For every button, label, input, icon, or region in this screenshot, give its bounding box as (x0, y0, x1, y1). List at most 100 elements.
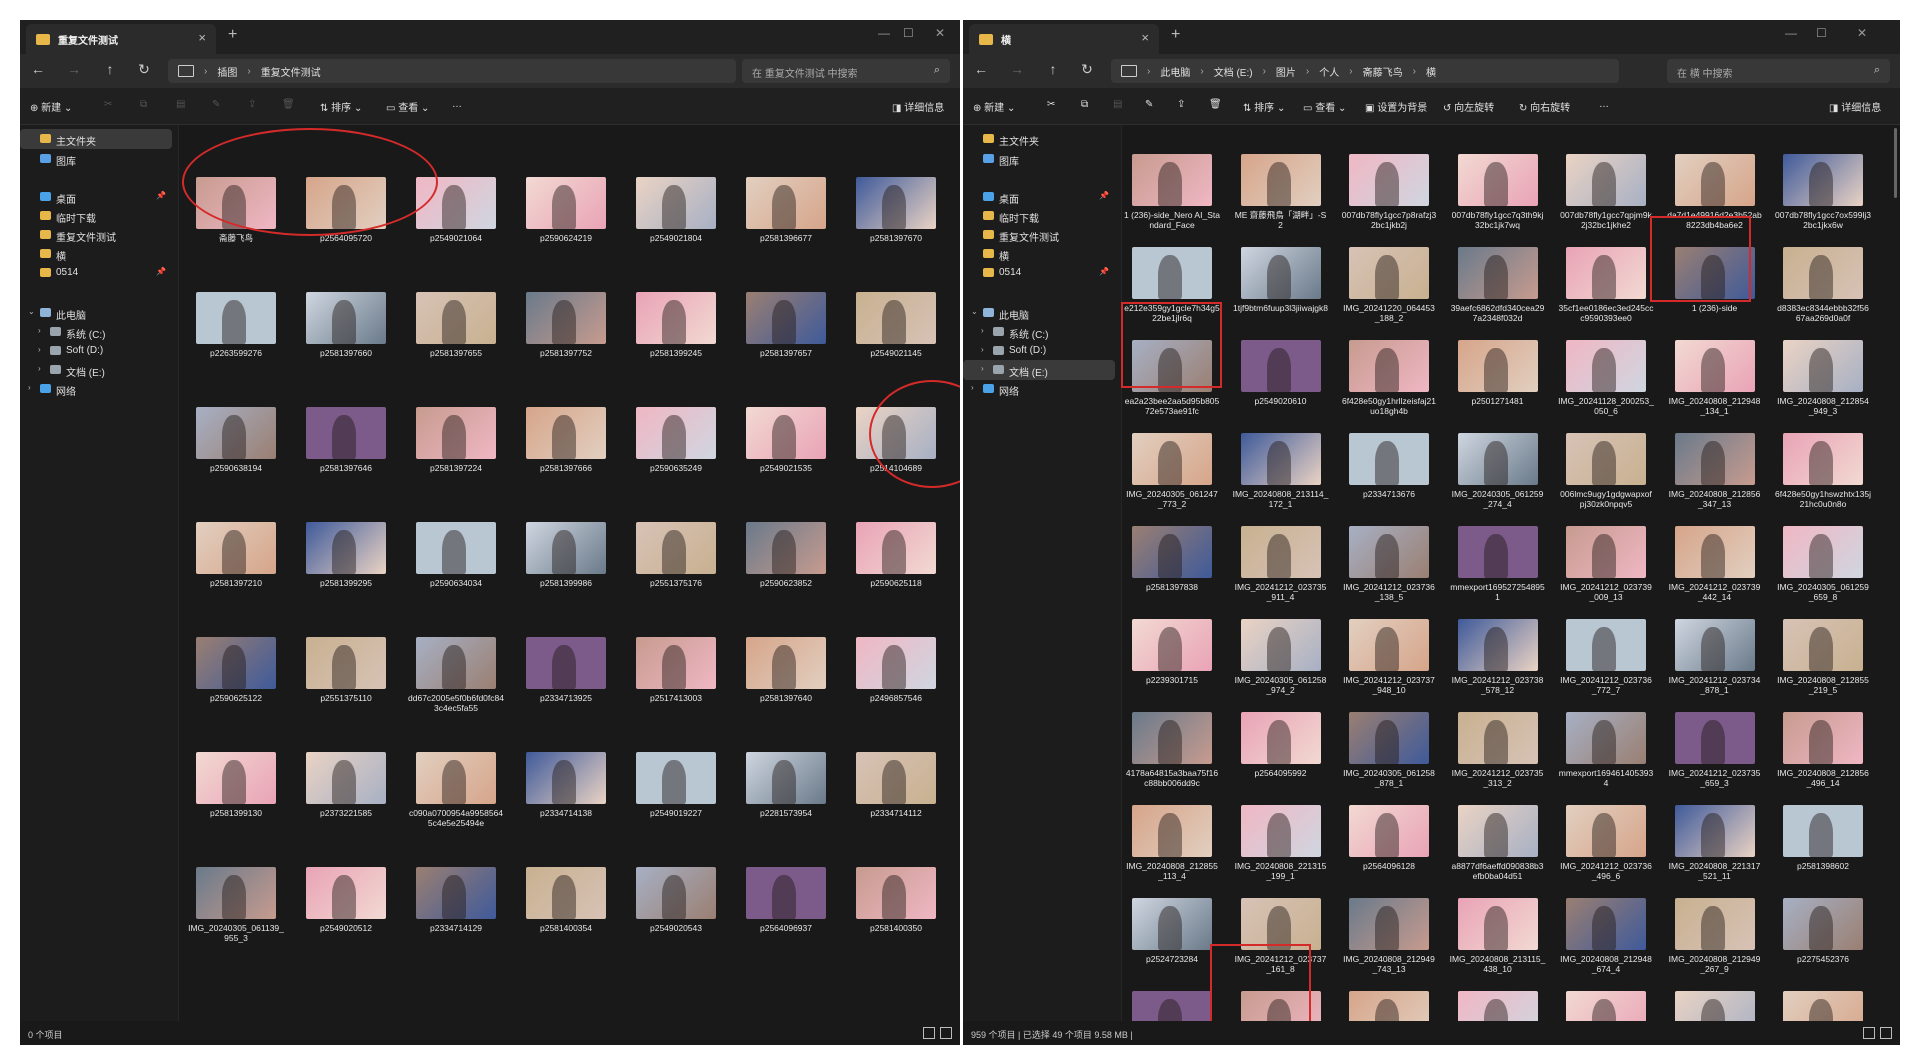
sidebar-item[interactable]: 0514 📌 (963, 263, 1115, 283)
new-tab-icon[interactable]: + (228, 26, 237, 44)
new-button[interactable]: ⊕ 新建 ⌄ (973, 99, 1015, 114)
file-item[interactable]: IMG_20241212_023735_313_2 (1450, 706, 1546, 793)
file-item[interactable]: p2590625122 (188, 631, 284, 740)
sidebar-item[interactable]: 桌面 📌 (20, 187, 172, 207)
tab-current-folder[interactable]: 横 × (969, 24, 1159, 54)
file-item[interactable]: p2514104689 (848, 401, 944, 510)
up-icon[interactable]: ↑ (100, 61, 120, 77)
file-item[interactable]: p2496857546 (848, 631, 944, 740)
sidebar-item[interactable]: › 文档 (E:) (20, 360, 172, 380)
tab-current-folder[interactable]: 重复文件测试 × (26, 24, 216, 54)
file-item[interactable]: IMG_20241212_023736_496_6 (1558, 799, 1654, 886)
file-item[interactable]: p2549019227 (628, 746, 724, 855)
rename-icon[interactable]: ✎ (1145, 99, 1153, 110)
file-item[interactable]: p2549021804 (628, 171, 724, 280)
vertical-scrollbar[interactable] (1894, 128, 1897, 198)
refresh-icon[interactable]: ↻ (1077, 61, 1097, 78)
file-item[interactable]: p2564096937 (738, 861, 834, 970)
file-item[interactable]: IMG_20241212_023735_911_4 (1233, 520, 1329, 607)
file-item[interactable]: p2549021064 (408, 171, 504, 280)
copy-icon[interactable]: ⧉ (140, 99, 147, 110)
file-item[interactable]: e212e359gy1gcle7h34g522be1jlr6q (1124, 241, 1220, 328)
breadcrumb-item[interactable]: 插图 (217, 64, 237, 79)
file-item[interactable]: p2590624219 (518, 171, 614, 280)
file-item[interactable]: mmexport1694614053934 (1558, 706, 1654, 793)
sidebar-item[interactable]: 0514 📌 (20, 263, 172, 283)
file-item[interactable]: IMG_20241212_023737_161_8 (1233, 892, 1329, 979)
file-item[interactable]: IMG_20240808_213115_438_10 (1450, 892, 1546, 979)
back-icon[interactable]: ← (28, 61, 48, 77)
file-item[interactable]: ea2a23bee2aa5d95b80572e573ae91fc (1124, 334, 1220, 421)
file-item[interactable]: p2275452376 (1775, 892, 1871, 979)
chevron-right-icon[interactable]: › (28, 383, 31, 392)
maximize-icon[interactable]: ☐ (1816, 26, 1827, 40)
file-item[interactable]: p2581399130 (188, 746, 284, 855)
set-background-button[interactable]: ▣ 设置为背景 (1365, 99, 1427, 114)
more-options-button[interactable]: … (1599, 99, 1609, 110)
file-item[interactable]: p2581399986 (518, 516, 614, 625)
thumbnail-view-icon[interactable] (1880, 1027, 1892, 1039)
file-item[interactable]: 007db78fly1gcc7q3th9kj32bc1jk7wq (1450, 148, 1546, 235)
file-item[interactable]: p2581397666 (518, 401, 614, 510)
sidebar-item[interactable]: 桌面 📌 (963, 187, 1115, 207)
sidebar-item[interactable]: 主文件夹 (20, 129, 172, 149)
file-item[interactable]: IMG_20240808_212949_267_9 (1667, 892, 1763, 979)
file-item[interactable]: p2590623852 (738, 516, 834, 625)
breadcrumb-item[interactable]: 重复文件测试 (261, 64, 321, 79)
sidebar-item[interactable]: ⌄ 此电脑 (963, 303, 1115, 323)
file-item[interactable]: IMG_20240808_221317_521_11 (1667, 799, 1763, 886)
file-item[interactable]: IMG_20241212_023739_009_13 (1558, 520, 1654, 607)
sidebar-item[interactable]: › 系统 (C:) (963, 322, 1115, 342)
file-item[interactable]: p2551375176 (628, 516, 724, 625)
file-item[interactable]: 4178a64815a3baa75f16c88bb006dd9c (1124, 706, 1220, 793)
file-item[interactable]: p2581397670 (848, 171, 944, 280)
chevron-right-icon[interactable]: › (971, 383, 974, 392)
file-item[interactable]: IMG_20240808_212856_347_13 (1667, 427, 1763, 514)
file-item[interactable]: IMG_20241212_023736_772_7 (1558, 613, 1654, 700)
sidebar-item[interactable]: 重复文件测试 (20, 225, 172, 245)
sidebar-item[interactable]: › Soft (D:) (963, 341, 1115, 361)
new-tab-icon[interactable]: + (1171, 26, 1180, 44)
file-item[interactable]: IMG_20240808_212856_496_14 (1775, 706, 1871, 793)
file-item[interactable]: IMG_20240305_061247_773_2 (1124, 427, 1220, 514)
chevron-right-icon[interactable]: › (981, 326, 984, 335)
forward-icon[interactable]: → (1007, 61, 1027, 77)
file-item[interactable]: c090a0700954a99585645c4e5e25494e (408, 746, 504, 855)
sidebar-item[interactable]: 图库 (963, 149, 1115, 169)
breadcrumb-item[interactable]: 此电脑 (1160, 64, 1190, 79)
chevron-right-icon[interactable]: › (38, 364, 41, 373)
close-tab-icon[interactable]: × (1141, 30, 1149, 45)
file-item[interactable]: p2590625118 (848, 516, 944, 625)
sort-button[interactable]: ⇅ 排序 ⌄ (320, 99, 362, 114)
file-item[interactable]: p2581400350 (848, 861, 944, 970)
file-item[interactable]: p2334713676 (1341, 427, 1437, 514)
file-item[interactable]: IMG_20241220_064453_188_2 (1341, 241, 1437, 328)
sidebar-item[interactable]: › 文档 (E:) (963, 360, 1115, 380)
sort-button[interactable]: ⇅ 排序 ⌄ (1243, 99, 1285, 114)
file-item[interactable]: ME 齋藤飛鳥「湖畔」-S2 (1233, 148, 1329, 235)
sidebar-item[interactable]: 图库 (20, 149, 172, 169)
sidebar-item[interactable]: 主文件夹 (963, 129, 1115, 149)
file-item[interactable]: 1 (236)-side_Nero AI_Standard_Face (1124, 148, 1220, 235)
file-item[interactable]: IMG_20241212_023735_659_3 (1667, 706, 1763, 793)
details-view-icon[interactable] (1863, 1027, 1875, 1039)
file-item[interactable]: p2549020512 (298, 861, 394, 970)
close-window-icon[interactable]: ✕ (1857, 26, 1867, 40)
file-item[interactable]: IMG_20241212_023738_578_12 (1450, 613, 1546, 700)
sidebar-item[interactable]: 横 (963, 244, 1115, 264)
file-item[interactable]: p2590634034 (408, 516, 504, 625)
file-item[interactable]: IMG_20240808_213114_172_1 (1233, 427, 1329, 514)
file-item[interactable]: p2334714129 (408, 861, 504, 970)
file-item[interactable]: p2564095992 (1233, 706, 1329, 793)
file-item[interactable]: p2564095720 (298, 171, 394, 280)
details-view-icon[interactable] (923, 1027, 935, 1039)
file-item[interactable]: 6f428e50gy1hswzhtx135j21hc0u0n8o (1775, 427, 1871, 514)
file-item[interactable]: 35cf1ee0186ec3ed245ccc9590393ee0 (1558, 241, 1654, 328)
file-item[interactable]: IMG_20241212_023739_442_14 (1667, 520, 1763, 607)
file-item[interactable]: IMG_20240305_061259_274_4 (1450, 427, 1546, 514)
file-item[interactable]: mmexport1695272548951 (1450, 520, 1546, 607)
file-item[interactable]: 007db78fly1gcc7ox599lj32bc1jkx6w (1775, 148, 1871, 235)
file-item[interactable]: p2581400354 (518, 861, 614, 970)
close-window-icon[interactable]: ✕ (935, 26, 945, 40)
more-options-button[interactable]: … (452, 99, 462, 110)
